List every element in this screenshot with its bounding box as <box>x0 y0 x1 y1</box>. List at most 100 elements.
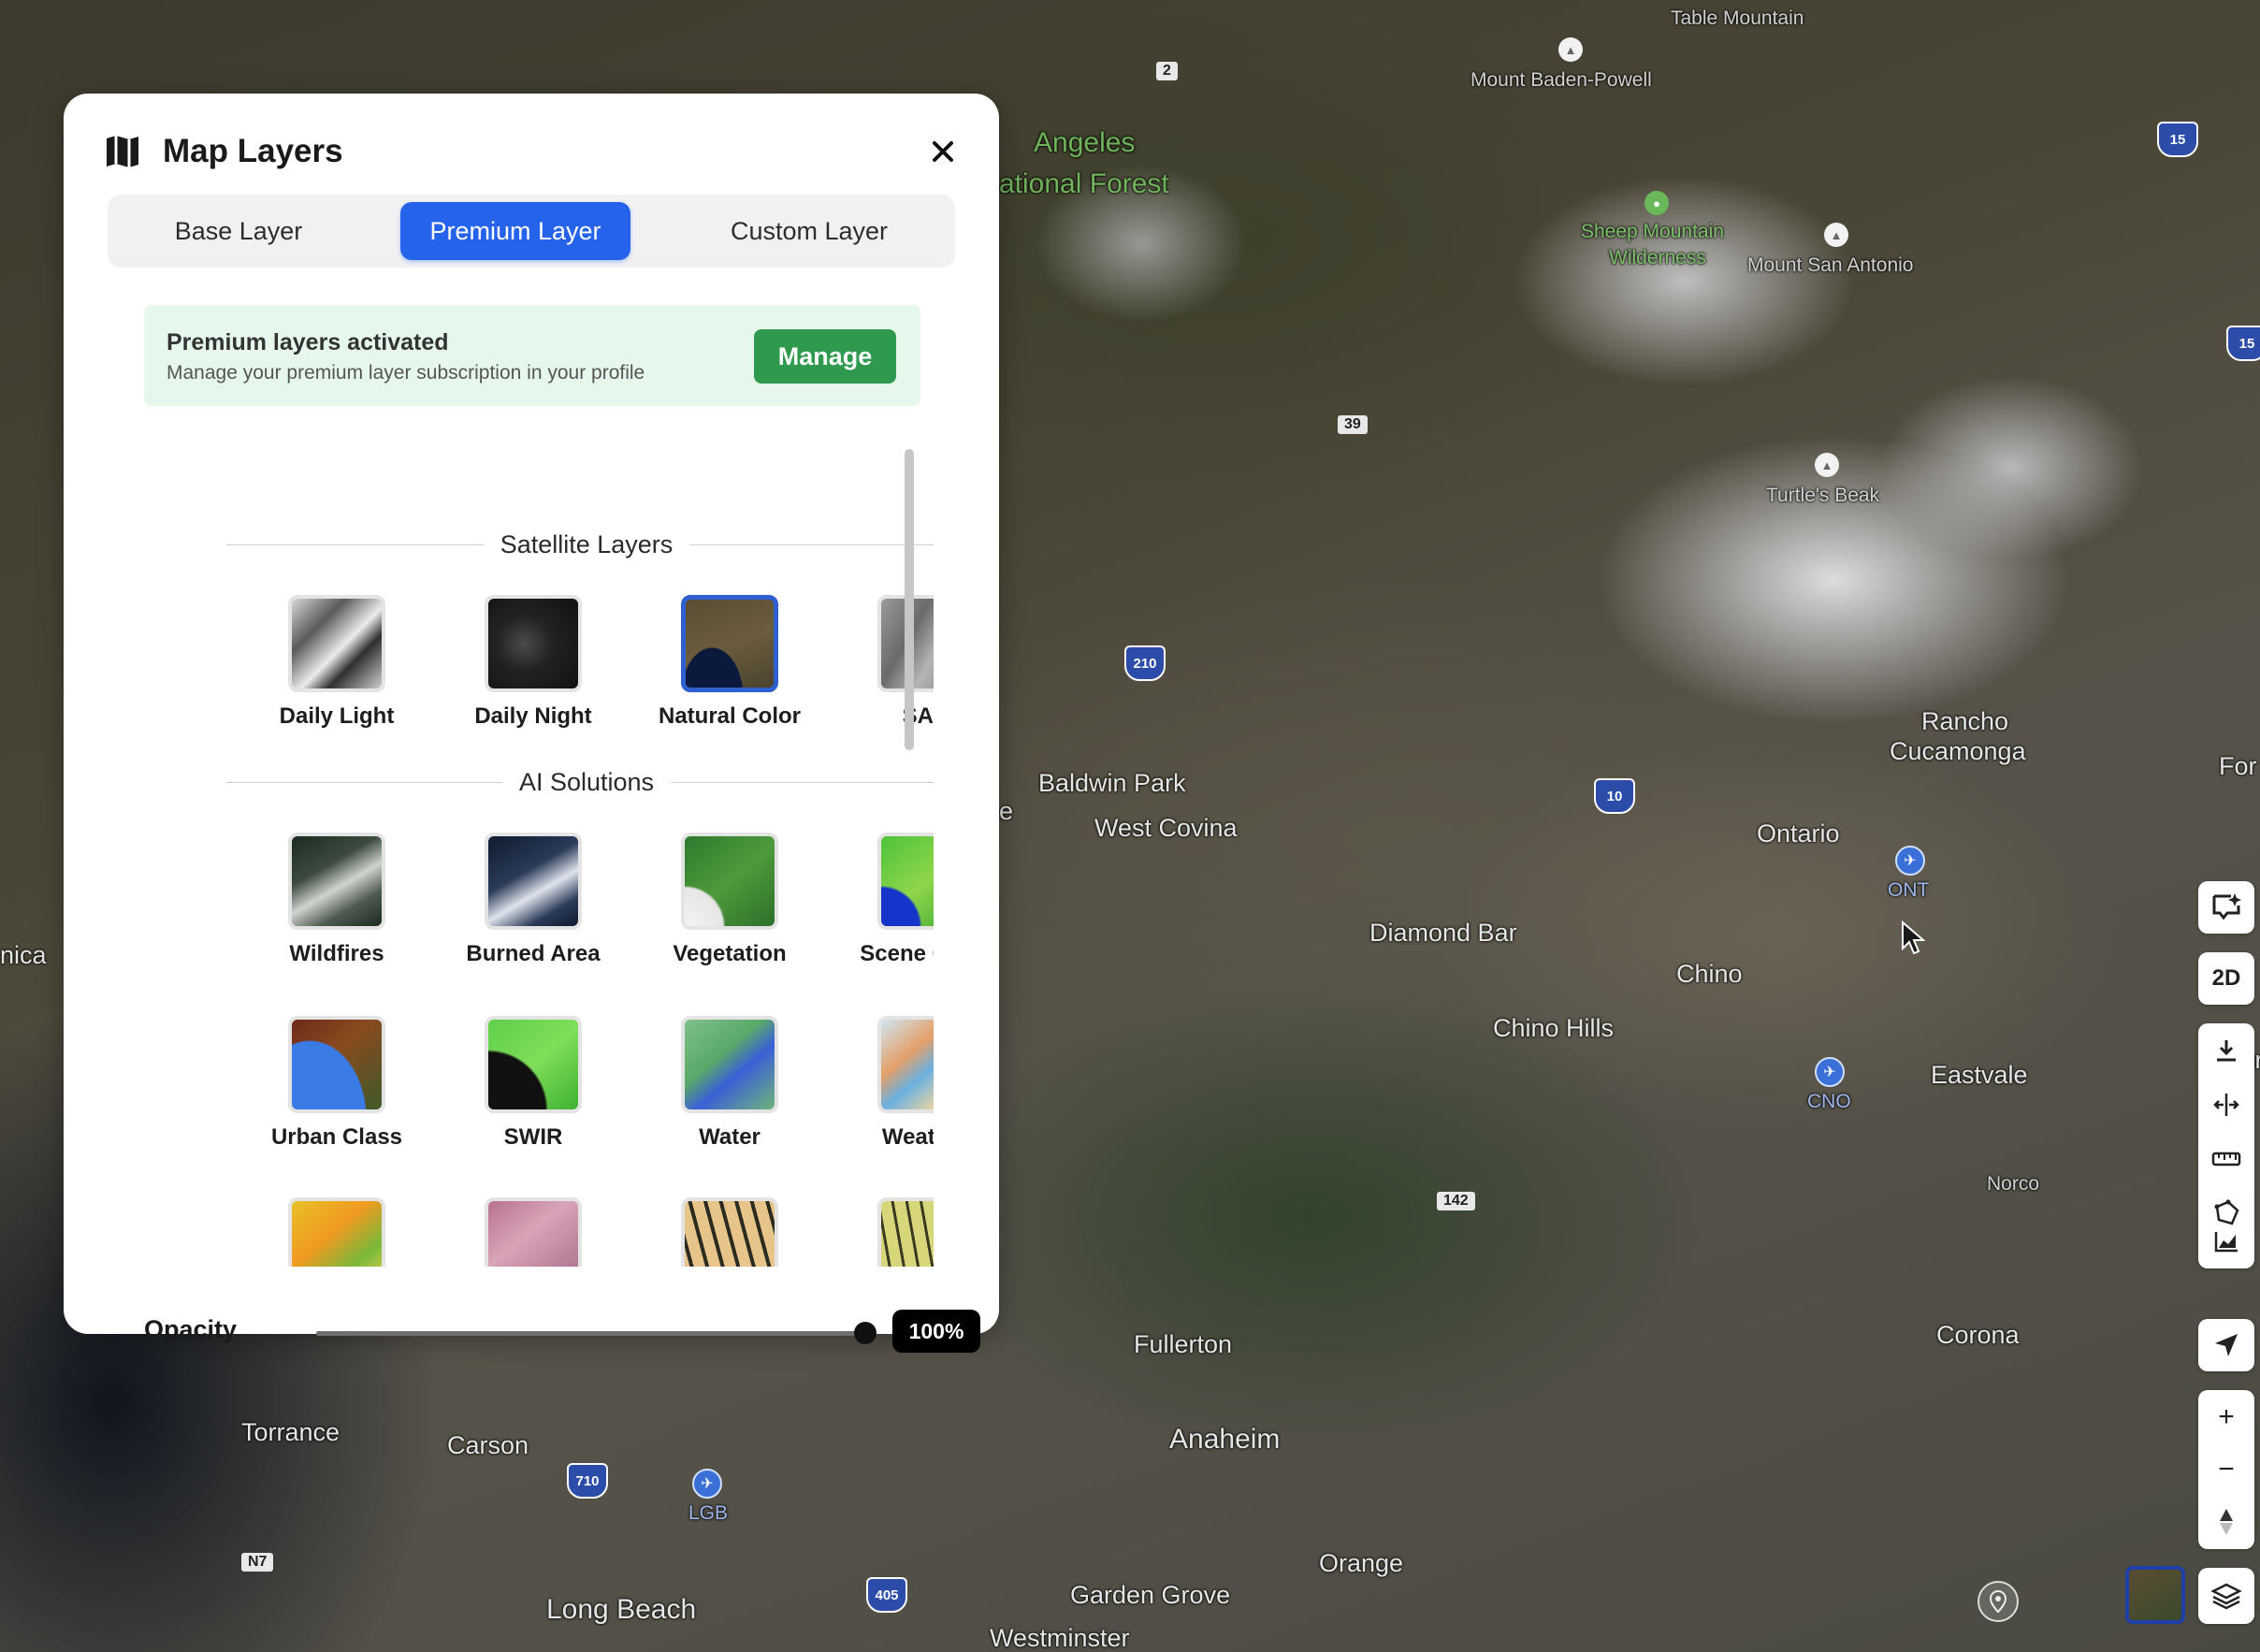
opacity-value-badge: 100% <box>892 1310 980 1353</box>
airport-lgb-icon[interactable]: ✈ <box>692 1469 722 1499</box>
map-label-wilderness: Wilderness <box>1609 247 1706 268</box>
layer-tile-daily-night[interactable]: Daily Night <box>440 595 627 730</box>
opacity-slider-thumb[interactable] <box>854 1322 876 1344</box>
manage-button[interactable]: Manage <box>754 329 896 384</box>
pin-button[interactable] <box>1978 1581 2019 1622</box>
map-label-mount-baden-powell: Mount Baden-Powell <box>1470 69 1652 91</box>
compass-icon[interactable] <box>2198 1495 2254 1549</box>
ai-sparkle-button[interactable] <box>2198 881 2254 934</box>
peak-marker-icon[interactable]: ▲ <box>1824 223 1848 247</box>
layer-tile-swir[interactable]: SWIR <box>440 1016 627 1151</box>
layer-tile-scene-class[interactable]: Scene Class <box>833 833 934 967</box>
layer-label: Scene Class <box>860 941 934 966</box>
map-label-diamond-bar: Diamond Bar <box>1369 919 1517 947</box>
layer-tile-water[interactable]: Water <box>636 1016 823 1151</box>
opacity-label: Opacity <box>144 1315 238 1343</box>
vegetation-thumb-icon <box>681 833 778 930</box>
notice-title: Premium layers activated <box>167 329 449 355</box>
water-thumb-icon <box>681 1016 778 1113</box>
tab-premium-layer[interactable]: Premium Layer <box>400 202 630 260</box>
close-icon[interactable] <box>924 133 962 170</box>
daily-night-thumb-icon <box>485 595 582 692</box>
map-label-west-covina: West Covina <box>1094 814 1238 842</box>
map-label-cucamonga: Cucamonga <box>1890 737 2026 765</box>
map-label-carson: Carson <box>447 1431 529 1459</box>
wildfires-thumb-icon <box>288 833 385 930</box>
layer-label: Natural Color <box>658 703 801 729</box>
layer-tile[interactable] <box>833 1197 934 1267</box>
peak-marker-icon[interactable]: ▲ <box>1558 37 1583 62</box>
map-label-orange: Orange <box>1319 1549 1404 1577</box>
layer-label: Wildfires <box>289 941 384 966</box>
layer-label: Urban Class <box>270 1124 403 1150</box>
map-label-national-forest: ational Forest <box>999 168 1169 199</box>
zoom-in-icon[interactable]: + <box>2198 1390 2254 1444</box>
layer-tile[interactable] <box>440 1197 627 1267</box>
layer-tile-sar[interactable]: SAR <box>833 595 934 730</box>
natural-color-thumb-icon <box>681 595 778 692</box>
locate-button[interactable] <box>2198 1319 2254 1371</box>
section-title: AI Solutions <box>501 768 672 796</box>
view-mode-button[interactable]: 2D <box>2198 952 2254 1005</box>
layer-tile-urban-class[interactable]: Urban Class <box>243 1016 430 1151</box>
interstate-shield: 210 <box>1124 645 1166 681</box>
map-label-e: e <box>999 797 1014 825</box>
layer-tile-vegetation[interactable]: Vegetation <box>636 833 823 967</box>
layer-tile-wildfires[interactable]: Wildfires <box>243 833 430 967</box>
download-icon[interactable] <box>2198 1023 2254 1078</box>
map-label-turtles-beak: Turtle's Beak <box>1766 485 1880 506</box>
layer-list-scrollbar[interactable] <box>905 449 914 750</box>
map-label-torrance: Torrance <box>241 1418 340 1446</box>
swir-thumb-icon <box>485 1016 582 1113</box>
layer-tile-daily-light[interactable]: Daily Light <box>243 595 430 730</box>
layer-thumb-icon <box>681 1197 778 1267</box>
weather-thumb-icon <box>877 1016 934 1113</box>
map-label-for: For <box>2219 752 2257 780</box>
zoom-out-icon[interactable]: − <box>2198 1442 2254 1497</box>
map-label-corona: Corona <box>1936 1321 2020 1349</box>
map-label-chino-hills: Chino Hills <box>1493 1014 1615 1042</box>
opacity-slider-track[interactable] <box>316 1331 868 1336</box>
layer-list[interactable]: Satellite Layers Daily Light Daily Night… <box>144 440 934 1267</box>
zoom-controls: + − <box>2198 1390 2254 1549</box>
layer-label: SAR <box>903 703 934 729</box>
ai-sparkle-icon <box>2212 893 2241 920</box>
map-label-garden-grove: Garden Grove <box>1070 1581 1231 1609</box>
map-label-norco: Norco <box>1987 1173 2040 1195</box>
peak-marker-icon[interactable]: ▲ <box>1815 453 1839 477</box>
layers-button[interactable] <box>2198 1568 2254 1624</box>
airport-cno-icon[interactable]: ✈ <box>1815 1057 1845 1087</box>
interstate-shield: 15 <box>2226 326 2260 361</box>
layer-tile-weather[interactable]: Weather <box>833 1016 934 1151</box>
map-label-rancho: Rancho <box>1921 707 2009 735</box>
tab-base-layer[interactable]: Base Layer <box>117 202 360 260</box>
layer-preview-thumb[interactable] <box>2125 1566 2185 1624</box>
airport-ont-icon[interactable]: ✈ <box>1895 846 1925 876</box>
map-icon <box>107 136 138 167</box>
layers-icon <box>2210 1583 2242 1610</box>
map-label-cno: CNO <box>1807 1091 1851 1112</box>
tab-custom-layer[interactable]: Custom Layer <box>669 202 949 260</box>
chart-icon[interactable] <box>2198 1214 2254 1268</box>
ruler-icon[interactable] <box>2198 1132 2254 1186</box>
map-label-ont: ONT <box>1888 879 1930 901</box>
locate-icon <box>2215 1334 2238 1356</box>
layer-label: Vegetation <box>673 941 787 966</box>
map-label-angeles: Angeles <box>1034 127 1136 158</box>
tool-group-measure <box>2198 1023 2254 1268</box>
layer-label: Daily Light <box>279 703 395 729</box>
wilderness-marker-icon[interactable]: ● <box>1644 191 1669 215</box>
layer-tile[interactable] <box>636 1197 823 1267</box>
layer-tile-natural-color[interactable]: Natural Color <box>636 595 823 730</box>
mouse-cursor-icon <box>1902 920 1925 955</box>
urban-class-thumb-icon <box>288 1016 385 1113</box>
layer-tile[interactable] <box>243 1197 430 1267</box>
burned-area-thumb-icon <box>485 833 582 930</box>
scene-class-thumb-icon <box>877 833 934 930</box>
map-label-fullerton: Fullerton <box>1134 1330 1233 1358</box>
map-label-anaheim: Anaheim <box>1169 1424 1281 1455</box>
map-label-lgb: LGB <box>688 1502 729 1524</box>
layer-label: SWIR <box>503 1124 563 1150</box>
layer-tile-burned-area[interactable]: Burned Area <box>440 833 627 967</box>
split-icon[interactable] <box>2198 1078 2254 1132</box>
